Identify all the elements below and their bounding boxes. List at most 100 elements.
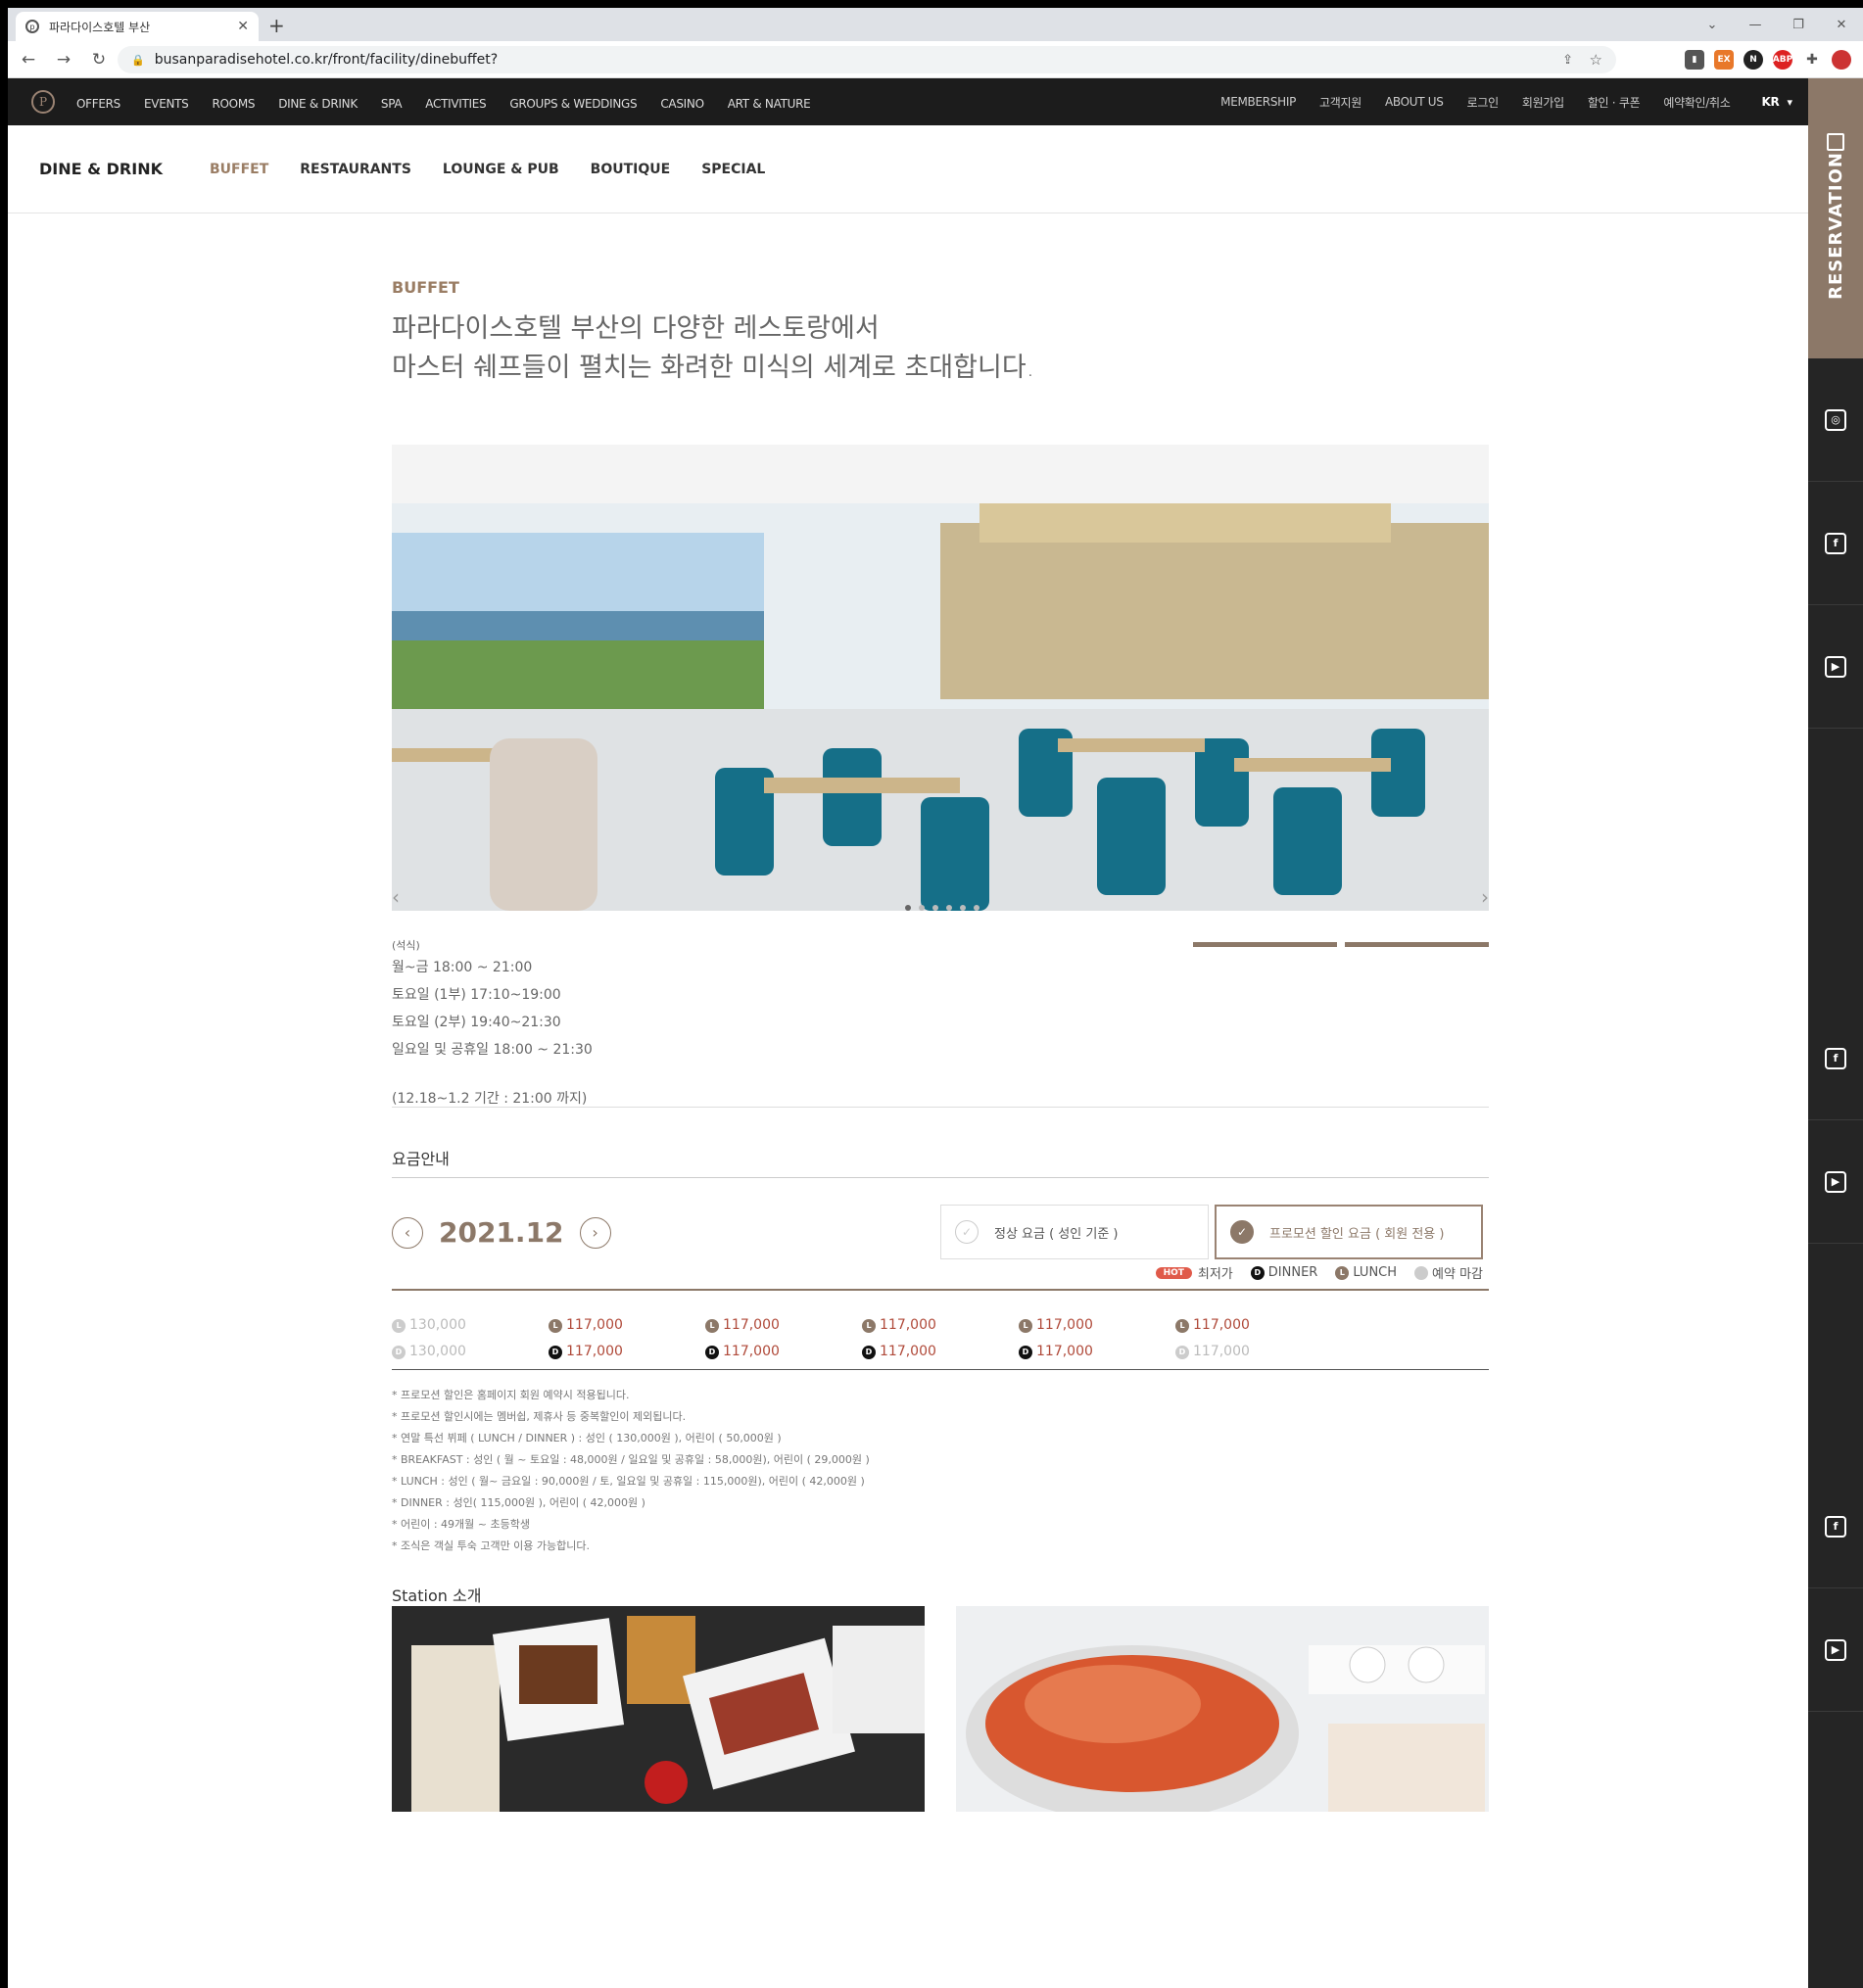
dinner-price: D 117,000 xyxy=(1019,1339,1175,1365)
util-link[interactable]: 회원가입 xyxy=(1522,94,1564,111)
facebook-button[interactable]: f xyxy=(1808,482,1863,605)
fee-note: * 연말 특선 뷔페 ( LUNCH / DINNER ) : 성인 ( 130… xyxy=(392,1432,782,1444)
next-month-button[interactable]: › xyxy=(579,1216,611,1249)
prev-month-button[interactable]: ‹ xyxy=(392,1216,423,1249)
language-select[interactable]: KR xyxy=(1762,95,1780,109)
util-link[interactable]: 할인 · 쿠폰 xyxy=(1588,94,1641,111)
price-day-cell[interactable]: L 117,000 D 117,000 xyxy=(549,1312,705,1365)
price-day-cell[interactable]: L 117,000 D 117,000 xyxy=(705,1312,862,1365)
hours-line: 토요일 (2부) 19:40~21:30 xyxy=(392,1015,561,1030)
gnb-item[interactable]: ROOMS xyxy=(213,97,256,111)
util-link[interactable]: ABOUT US xyxy=(1385,95,1444,109)
slider-dot[interactable] xyxy=(932,905,938,911)
month-selector: ‹ 2021.12 › xyxy=(392,1216,611,1249)
youtube-button[interactable]: ▶ xyxy=(1808,1588,1863,1712)
paradise-logo-icon[interactable]: P xyxy=(31,90,55,114)
fee-note: * 프로모션 할인시에는 멤버쉽, 제휴사 등 중복할인이 제외됩니다. xyxy=(392,1410,687,1423)
fee-note: * 어린이 : 49개월 ~ 초등학생 xyxy=(392,1518,530,1531)
minimize-icon[interactable]: — xyxy=(1734,18,1777,32)
gnb-item[interactable]: DINE & DRINK xyxy=(278,97,358,111)
extension-icon[interactable]: ▮ xyxy=(1685,50,1704,70)
slider-prev-icon[interactable]: ‹ xyxy=(392,885,400,909)
extensions: ▮ EX N ABP ✚ xyxy=(1685,50,1851,70)
puzzle-icon[interactable]: ✚ xyxy=(1802,50,1822,70)
headline-line: 파라다이스호텔 부산의 다양한 레스토랑에서 xyxy=(392,313,880,344)
instagram-button[interactable]: ◎ xyxy=(1808,358,1863,482)
gnb-item[interactable]: SPA xyxy=(381,97,403,111)
dinner-price: D 117,000 xyxy=(1175,1339,1332,1365)
youtube-button[interactable]: ▶ xyxy=(1808,605,1863,729)
operating-hours: (석식) 월~금 18:00 ~ 21:00 토요일 (1부) 17:10~19:… xyxy=(392,938,593,1112)
price-day-cell[interactable]: L 117,000 D 117,000 xyxy=(1019,1312,1175,1365)
price-day-cell[interactable]: L 117,000 D 117,000 xyxy=(1175,1312,1332,1365)
hours-tab-bars xyxy=(1193,942,1489,947)
lunch-icon: L xyxy=(1335,1265,1350,1280)
util-link[interactable]: 로그인 xyxy=(1467,94,1500,111)
youtube-button[interactable]: ▶ xyxy=(1808,1120,1863,1244)
subnav-item-restaurants[interactable]: RESTAURANTS xyxy=(300,162,411,177)
gnb-item[interactable]: ACTIVITIES xyxy=(425,97,486,111)
gnb-item[interactable]: OFFERS xyxy=(76,97,120,111)
lock-icon[interactable]: 🔒 xyxy=(131,54,145,67)
hours-note: (12.18~1.2 기간 : 21:00 까지) xyxy=(392,1091,588,1107)
slider-next-icon[interactable]: › xyxy=(1481,885,1489,909)
reload-icon[interactable]: ↻ xyxy=(84,50,114,70)
util-link[interactable]: 고객지원 xyxy=(1319,94,1361,111)
reservation-button[interactable]: RESERVATION xyxy=(1808,78,1863,358)
lunch-icon: L xyxy=(862,1318,876,1333)
facebook-button[interactable]: f xyxy=(1808,997,1863,1120)
back-icon[interactable]: ← xyxy=(14,50,43,70)
util-link[interactable]: 예약확인/취소 xyxy=(1663,94,1730,111)
slider-dot[interactable] xyxy=(960,905,966,911)
price-day-cell[interactable]: L 130,000 D 130,000 xyxy=(392,1312,549,1365)
extension-icon[interactable]: N xyxy=(1744,50,1763,70)
sub-nav-category: DINE & DRINK xyxy=(39,160,163,178)
new-tab-icon[interactable]: + xyxy=(268,14,285,37)
restaurant-photo-svg xyxy=(392,445,1489,911)
dinner-icon: D xyxy=(1250,1265,1265,1280)
subnav-item-buffet[interactable]: BUFFET xyxy=(210,162,268,177)
share-icon[interactable]: ⇪ xyxy=(1562,53,1573,68)
station-photo xyxy=(392,1606,925,1812)
caret-down-icon[interactable]: ▾ xyxy=(1787,96,1792,109)
slider-dot[interactable] xyxy=(919,905,925,911)
slider-dot[interactable] xyxy=(905,905,911,911)
subnav-item-special[interactable]: SPECIAL xyxy=(701,162,765,177)
tab-label: 프로모션 할인 요금 ( 회원 전용 ) xyxy=(1269,1226,1445,1242)
forward-icon[interactable]: → xyxy=(49,50,78,70)
hours-tab[interactable] xyxy=(1345,942,1489,947)
hours-tab[interactable] xyxy=(1193,942,1337,947)
facebook-button[interactable]: f xyxy=(1808,1465,1863,1588)
close-tab-icon[interactable]: ✕ xyxy=(237,19,249,34)
price-day-cell[interactable]: L 117,000 D 117,000 xyxy=(862,1312,1019,1365)
slider-dot[interactable] xyxy=(946,905,952,911)
restore-icon[interactable]: ❐ xyxy=(1777,18,1820,32)
rate-tabs: ✓ 정상 요금 ( 성인 기준 ) ✓ 프로모션 할인 요금 ( 회원 전용 ) xyxy=(940,1205,1483,1259)
close-window-icon[interactable]: ✕ xyxy=(1820,18,1863,32)
fee-notes: * 프로모션 할인은 홈페이지 회원 예약시 적용됩니다. * 프로모션 할인시에… xyxy=(392,1385,870,1557)
browser-window: p 파라다이스호텔 부산 ✕ + ⌄ — ❐ ✕ ← → ↻ 🔒 busanpa… xyxy=(8,8,1863,1988)
price-value: 117,000 xyxy=(566,1317,623,1333)
subnav-item-lounge-pub[interactable]: LOUNGE & PUB xyxy=(443,162,559,177)
address-bar[interactable]: 🔒 busanparadisehotel.co.kr/front/facilit… xyxy=(118,46,1616,73)
divider xyxy=(392,1289,1489,1291)
facebook-icon: f xyxy=(1825,532,1846,554)
promo-rate-tab[interactable]: ✓ 프로모션 할인 요금 ( 회원 전용 ) xyxy=(1215,1205,1483,1259)
extension-icon[interactable]: EX xyxy=(1714,50,1734,70)
profile-avatar[interactable] xyxy=(1832,50,1851,70)
tab-search-icon[interactable]: ⌄ xyxy=(1691,18,1734,32)
util-link[interactable]: MEMBERSHIP xyxy=(1220,95,1296,109)
regular-rate-tab[interactable]: ✓ 정상 요금 ( 성인 기준 ) xyxy=(940,1205,1209,1259)
tab-title: 파라다이스호텔 부산 xyxy=(49,20,151,34)
browser-tab[interactable]: p 파라다이스호텔 부산 ✕ xyxy=(16,12,259,41)
gnb-item[interactable]: GROUPS & WEDDINGS xyxy=(509,97,637,111)
gnb-item[interactable]: CASINO xyxy=(660,97,704,111)
slider-dot[interactable] xyxy=(974,905,979,911)
lunch-icon: L xyxy=(1175,1318,1189,1333)
adblock-icon[interactable]: ABP xyxy=(1773,50,1792,70)
utility-menu: MEMBERSHIP 고객지원 ABOUT US 로그인 회원가입 할인 · 쿠폰 예약확인… xyxy=(1197,78,1792,125)
bookmark-star-icon[interactable]: ☆ xyxy=(1590,51,1602,69)
gnb-item[interactable]: EVENTS xyxy=(144,97,189,111)
gnb-item[interactable]: ART & NATURE xyxy=(728,97,811,111)
subnav-item-boutique[interactable]: BOUTIQUE xyxy=(591,162,671,177)
